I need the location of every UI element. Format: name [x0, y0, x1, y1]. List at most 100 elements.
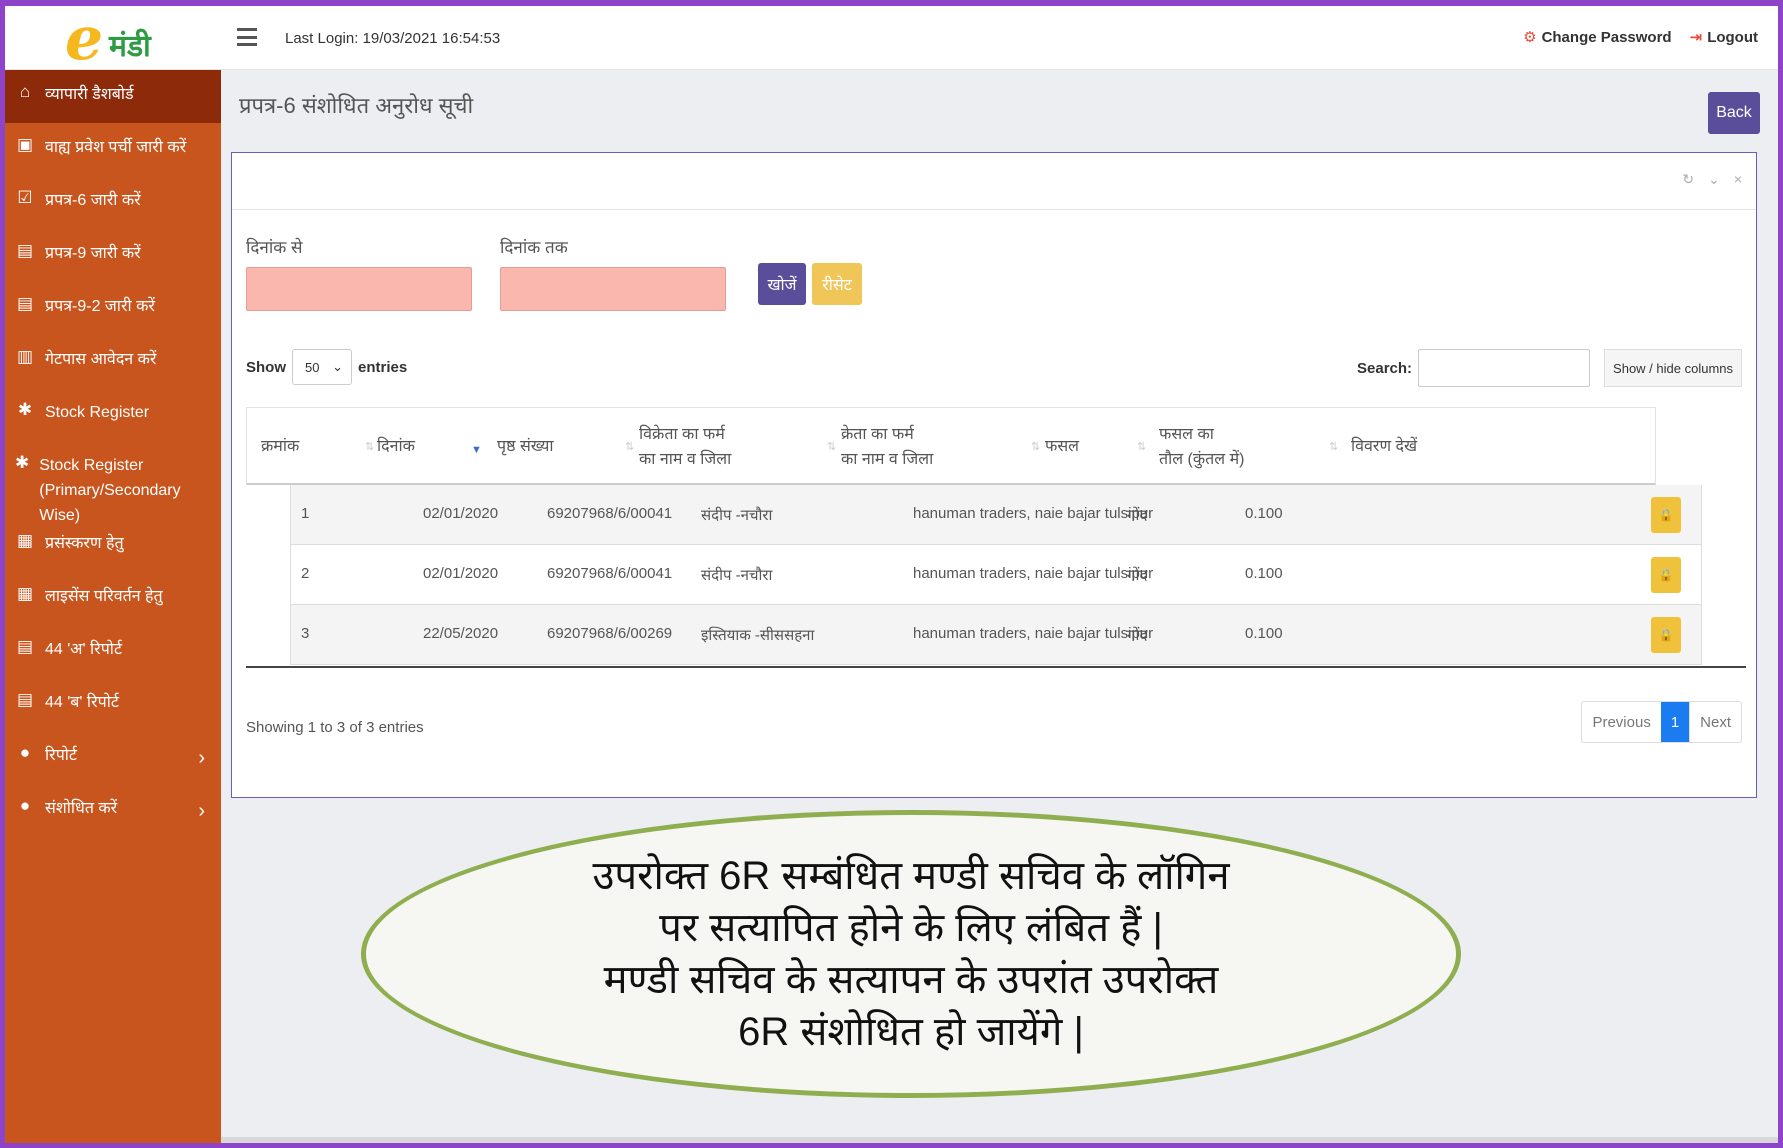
sidebar-item-gatepass[interactable]: ▥ गेटपास आवेदन करें: [5, 335, 221, 388]
sidebar: ⌂ व्यापारी डैशबोर्ड ▣ वाह्य प्रवेश पर्ची…: [5, 70, 221, 1143]
sidebar-item-dashboard[interactable]: ⌂ व्यापारी डैशबोर्ड: [5, 70, 221, 123]
sidebar-item-report-44a[interactable]: ▤ 44 'अ' रिपोर्ट: [5, 625, 221, 678]
col-buyer[interactable]: क्रेता का फर्म का नाम व जिला: [841, 422, 933, 472]
sidebar-item-form6[interactable]: ☑ प्रपत्र-6 जारी करें: [5, 176, 221, 229]
table-body: 1 02/01/2020 69207968/6/00041 संदीप -नचौ…: [290, 485, 1702, 665]
cell-serial: 2: [301, 565, 310, 582]
snowflake-icon: ✱: [17, 400, 33, 419]
image-icon: ▣: [16, 135, 34, 154]
table-header: क्रमांक ⇅ दिनांक ▼ पृष्ठ संख्या ⇅ विक्रे…: [246, 407, 1656, 485]
search-button[interactable]: खोजें: [758, 263, 806, 305]
entries-select[interactable]: 50 ⌄: [292, 349, 352, 385]
cell-date: 02/01/2020: [423, 505, 499, 522]
checkbox-icon: ☑: [17, 188, 33, 207]
sidebar-item-stock-register[interactable]: ✱ Stock Register: [5, 388, 221, 441]
callout-line: मण्डी सचिव के सत्यापन के उपरांत उपरोक्त: [603, 958, 1219, 1002]
file-icon: ▤: [16, 294, 34, 313]
sidebar-item-reports[interactable]: ● रिपोर्ट ›: [5, 731, 221, 784]
cell-seller: संदीप -नचौरा: [701, 567, 773, 584]
collapse-icon[interactable]: ⌄: [1708, 171, 1720, 188]
close-icon[interactable]: ×: [1734, 171, 1742, 188]
panel-divider: [232, 209, 1756, 210]
cell-weight: 0.100: [1245, 565, 1283, 582]
menu-toggle-icon[interactable]: [237, 28, 257, 46]
cell-date: 02/01/2020: [423, 565, 499, 582]
top-header: e मंडी Last Login: 19/03/2021 16:54:53 ⚙…: [5, 6, 1778, 74]
sort-icon[interactable]: ⇅: [1329, 440, 1338, 453]
table-search-input[interactable]: [1418, 349, 1591, 387]
content-header: प्रपत्र-6 संशोधित अनुरोध सूची Back: [221, 70, 1778, 140]
callout-line: 6R संशोधित हो जायेंगे |: [738, 1010, 1084, 1054]
sidebar-item-stock-register-wise[interactable]: ✱ Stock Register (Primary/Secondary Wise…: [5, 441, 221, 524]
entries-label: entries: [358, 358, 408, 376]
show-hide-columns-button[interactable]: Show / hide columns: [1604, 349, 1742, 387]
sort-icon[interactable]: ⇅: [827, 440, 836, 453]
sidebar-item-form9-2[interactable]: ▤ प्रपत्र-9-2 जारी करें: [5, 282, 221, 335]
grid-icon: ▦: [16, 584, 34, 603]
cell-weight: 0.100: [1245, 505, 1283, 522]
cell-crop: गोंद: [1127, 627, 1148, 644]
table-row: 1 02/01/2020 69207968/6/00041 संदीप -नचौ…: [290, 485, 1702, 545]
next-page-button[interactable]: Next: [1689, 702, 1741, 742]
lock-icon[interactable]: 🔒: [1651, 497, 1681, 533]
back-button[interactable]: Back: [1708, 92, 1760, 134]
cell-buyer: hanuman traders, naie bajar tulsipur: [913, 505, 1154, 522]
sidebar-item-modify[interactable]: ● संशोधित करें ›: [5, 784, 221, 837]
logout-link[interactable]: ⇥ Logout: [1689, 28, 1758, 47]
cell-buyer: hanuman traders, naie bajar tulsipur: [913, 625, 1154, 642]
previous-page-button[interactable]: Previous: [1582, 702, 1660, 742]
col-seller[interactable]: विक्रेता का फर्म का नाम व जिला: [639, 422, 731, 472]
bottom-scroll-edge: [221, 1137, 1778, 1143]
sort-icon[interactable]: ⇅: [1031, 440, 1040, 453]
reset-button[interactable]: रीसेट: [812, 263, 862, 305]
gear-icon: ●: [19, 796, 31, 815]
callout-note: उपरोक्त 6R सम्बंधित मण्डी सचिव के लॉगिन …: [361, 810, 1461, 1098]
emandi-logo[interactable]: e मंडी: [65, 6, 175, 74]
col-page-no[interactable]: पृष्ठ संख्या: [497, 434, 554, 459]
from-date-input[interactable]: [246, 267, 472, 311]
bar-chart-icon: ▥: [16, 347, 34, 366]
sidebar-item-form9[interactable]: ▤ प्रपत्र-9 जारी करें: [5, 229, 221, 282]
logout-icon: ⇥: [1689, 29, 1703, 46]
col-weight[interactable]: फसल का तौल (कुंतल में): [1159, 422, 1244, 472]
change-password-link[interactable]: ⚙ Change Password: [1523, 28, 1672, 47]
cell-page-no: 69207968/6/00041: [547, 505, 673, 522]
file-icon: ▤: [16, 637, 34, 656]
table-row: 2 02/01/2020 69207968/6/00041 संदीप -नचौ…: [290, 545, 1702, 605]
cell-crop: गोंद: [1127, 507, 1148, 524]
table-row: 3 22/05/2020 69207968/6/00269 इस्तियाक -…: [290, 605, 1702, 665]
cell-serial: 1: [301, 505, 310, 522]
sidebar-item-report-44b[interactable]: ▤ 44 'ब' रिपोर्ट: [5, 678, 221, 731]
lock-icon[interactable]: 🔒: [1651, 557, 1681, 593]
sort-icon[interactable]: ⇅: [1137, 440, 1146, 453]
sort-icon[interactable]: ⇅: [365, 440, 374, 453]
search-label: Search:: [1357, 359, 1413, 377]
page-1-button[interactable]: 1: [1660, 702, 1690, 742]
snowflake-icon: ✱: [15, 453, 30, 472]
refresh-icon[interactable]: ↻: [1682, 171, 1694, 188]
home-icon: ⌂: [19, 82, 31, 101]
cell-seller: संदीप -नचौरा: [701, 507, 773, 524]
cell-buyer: hanuman traders, naie bajar tulsipur: [913, 565, 1154, 582]
request-list-panel: ↻ ⌄ × दिनांक से दिनांक तक खोजें रीसेट Sh…: [231, 152, 1757, 798]
cell-weight: 0.100: [1245, 625, 1283, 642]
gears-icon: ⚙: [1523, 29, 1537, 46]
to-date-label: दिनांक तक: [500, 238, 568, 257]
app-frame: e मंडी Last Login: 19/03/2021 16:54:53 ⚙…: [0, 0, 1783, 1148]
sort-desc-icon[interactable]: ▼: [471, 444, 482, 456]
from-date-label: दिनांक से: [246, 238, 303, 257]
col-crop[interactable]: फसल: [1045, 434, 1079, 459]
cell-page-no: 69207968/6/00269: [547, 625, 673, 642]
sidebar-item-entry-slip[interactable]: ▣ वाह्य प्रवेश पर्ची जारी करें: [5, 123, 221, 176]
to-date-input[interactable]: [500, 267, 726, 311]
col-details[interactable]: विवरण देखें: [1351, 434, 1417, 459]
sidebar-item-processing[interactable]: ▦ प्रसंस्करण हेतु: [5, 519, 221, 572]
col-serial[interactable]: क्रमांक: [261, 434, 299, 459]
col-date[interactable]: दिनांक: [377, 434, 415, 459]
chevron-right-icon: ›: [198, 747, 205, 769]
chevron-down-icon: ⌄: [332, 359, 343, 374]
sidebar-item-license-change[interactable]: ▦ लाइसेंस परिवर्तन हेतु: [5, 572, 221, 625]
lock-icon[interactable]: 🔒: [1651, 617, 1681, 653]
table-info: Showing 1 to 3 of 3 entries: [246, 719, 424, 736]
sort-icon[interactable]: ⇅: [625, 440, 634, 453]
